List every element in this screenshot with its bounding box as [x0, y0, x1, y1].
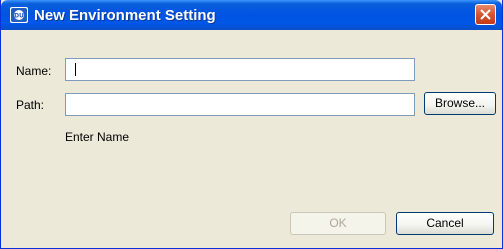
name-input[interactable] [65, 58, 415, 81]
title-bar[interactable]: DU New Environment Setting [1, 0, 502, 30]
close-icon [480, 9, 491, 20]
path-input[interactable] [65, 93, 415, 116]
dialog-content: Name: Path: Browse... Enter Name OK Canc… [1, 30, 502, 248]
cancel-button[interactable]: Cancel [396, 212, 494, 235]
validation-hint: Enter Name [65, 130, 130, 144]
dialog-window: DU New Environment Setting Name: Path: B… [0, 0, 503, 249]
path-label: Path: [16, 98, 45, 112]
browse-button[interactable]: Browse... [424, 92, 496, 115]
window-title: New Environment Setting [34, 7, 216, 24]
name-label: Name: [16, 64, 52, 78]
ok-button[interactable]: OK [290, 212, 386, 235]
close-button[interactable] [475, 4, 496, 25]
app-logo-icon: DU [10, 7, 28, 23]
svg-text:DU: DU [14, 13, 24, 20]
text-caret [75, 63, 76, 76]
